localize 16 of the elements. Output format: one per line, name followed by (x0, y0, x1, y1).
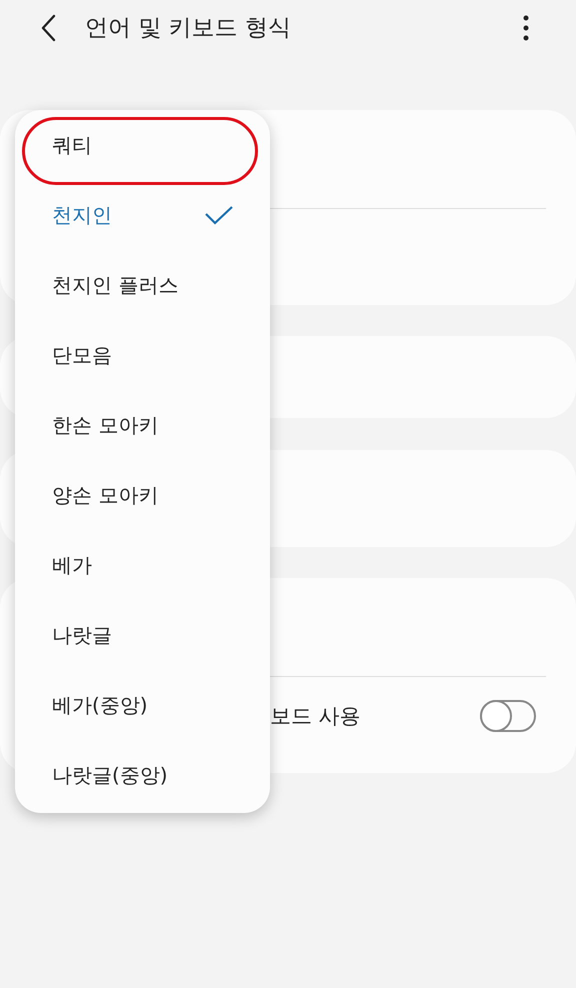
menu-item[interactable]: 나랏글(중앙) (15, 740, 270, 810)
back-icon[interactable] (40, 14, 56, 42)
more-options-icon[interactable] (523, 14, 529, 40)
toggle-switch[interactable] (480, 700, 536, 732)
menu-item[interactable]: 쿼티 (15, 110, 270, 180)
menu-item[interactable]: 단모음 (15, 320, 270, 390)
menu-item[interactable]: 양손 모아키 (15, 460, 270, 530)
menu-item[interactable]: 베가 (15, 530, 270, 600)
menu-item[interactable]: 베가(중앙) (15, 670, 270, 740)
screen-title: 언어 및 키보드 형식 (85, 14, 292, 43)
menu-item[interactable]: 한손 모아키 (15, 390, 270, 460)
menu-item[interactable]: 나랏글 (15, 600, 270, 670)
check-icon (204, 205, 234, 225)
menu-item[interactable]: 천지인 (15, 180, 270, 250)
setting-label: 보드 사용 (270, 703, 361, 730)
menu-item[interactable]: 천지인 플러스 (15, 250, 270, 320)
